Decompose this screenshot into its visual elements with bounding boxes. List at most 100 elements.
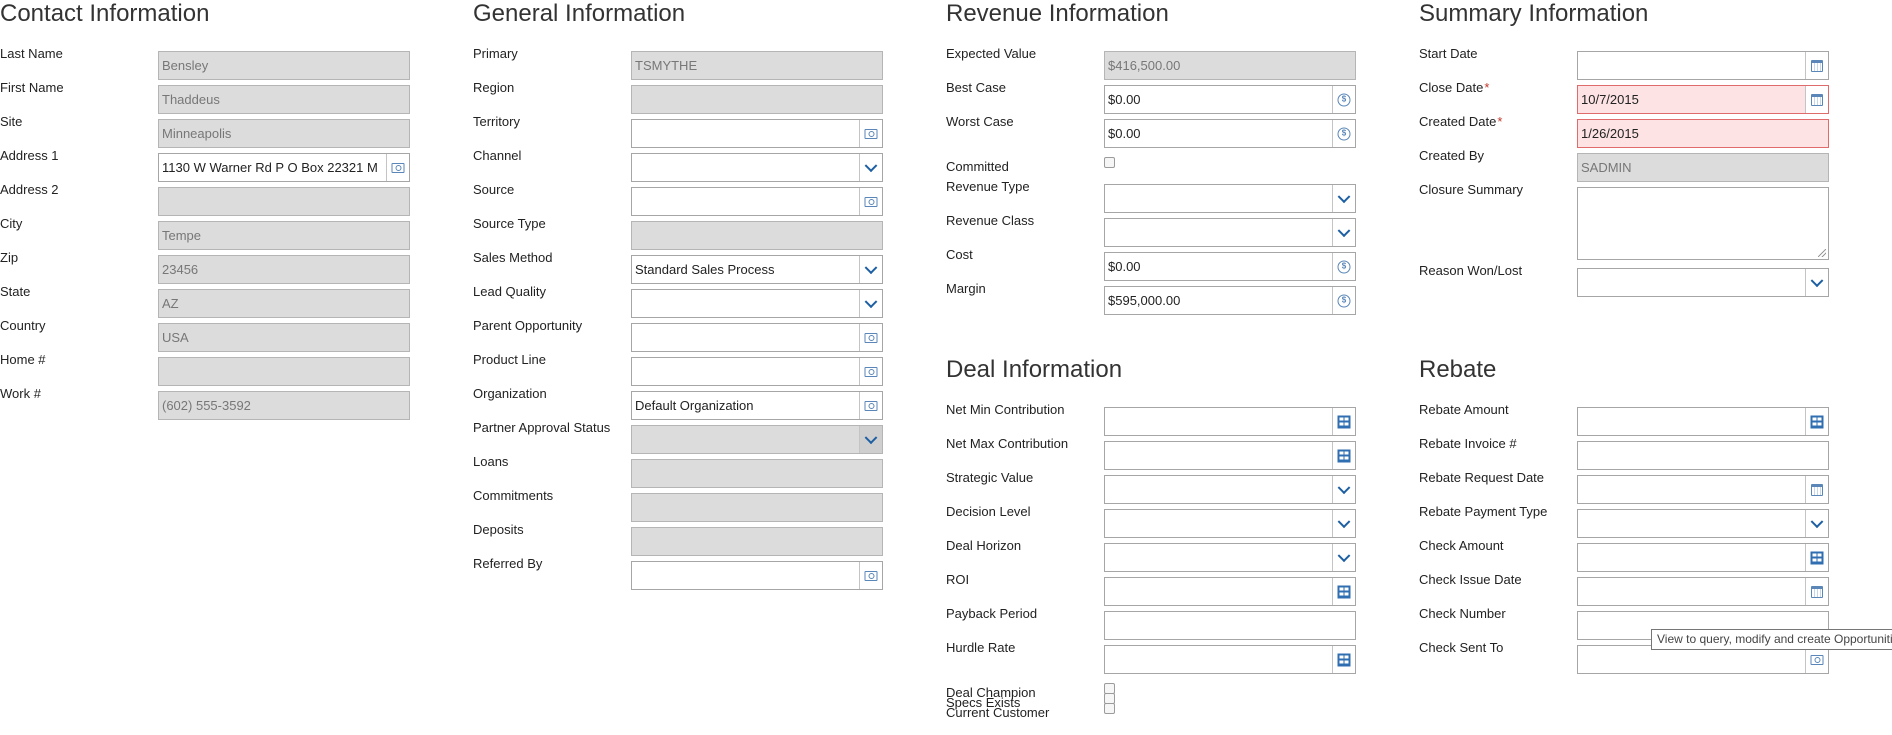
check-amount-calculator-button[interactable]	[1805, 544, 1828, 571]
cost-currency-button[interactable]: $	[1332, 253, 1355, 280]
close-date-field[interactable]: 10/7/2015	[1577, 85, 1829, 114]
rebate-amount-field[interactable]	[1577, 407, 1829, 436]
hurdle-rate-calculator-button[interactable]	[1332, 646, 1355, 673]
created-date-field[interactable]: 1/26/2015	[1577, 119, 1829, 148]
lead-quality-select[interactable]	[631, 289, 883, 318]
channel-dropdown-button[interactable]	[859, 154, 882, 181]
parent-opportunity-field[interactable]	[631, 323, 883, 352]
net-min-contribution-label: Net Min Contribution	[946, 402, 1065, 418]
calculator-icon	[1810, 551, 1824, 564]
net-min-contribution-field[interactable]	[1104, 407, 1356, 436]
best-case-field[interactable]: $0.00 $	[1104, 85, 1356, 114]
parent-opportunity-label: Parent Opportunity	[473, 318, 582, 334]
organization-picker-button[interactable]	[859, 392, 882, 419]
first-name-label-text: First Name	[0, 80, 64, 95]
roi-label: ROI	[946, 572, 969, 588]
deal-horizon-select[interactable]	[1104, 543, 1356, 572]
rebate-request-date-label: Rebate Request Date	[1419, 470, 1544, 486]
rebate-payment-type-dropdown-button[interactable]	[1805, 510, 1828, 537]
strategic-value-dropdown-button[interactable]	[1332, 476, 1355, 503]
lookup-icon	[864, 366, 878, 377]
site-field: Minneapolis	[158, 119, 410, 148]
committed-checkbox[interactable]	[1104, 157, 1115, 168]
expected-value-value: $416,500.00	[1108, 58, 1181, 73]
sales-method-label-text: Sales Method	[473, 250, 553, 265]
best-case-value: $0.00	[1108, 92, 1141, 107]
start-date-field[interactable]	[1577, 51, 1829, 80]
check-issue-date-field[interactable]	[1577, 577, 1829, 606]
parent-opportunity-picker-button[interactable]	[859, 324, 882, 351]
close-date-label: Close Date*	[1419, 80, 1489, 96]
reason-won-lost-dropdown-button[interactable]	[1805, 269, 1828, 296]
net-max-contribution-calculator-button[interactable]	[1332, 442, 1355, 469]
organization-field[interactable]: Default Organization	[631, 391, 883, 420]
rebate-invoice-field[interactable]	[1577, 441, 1829, 470]
check-amount-field[interactable]	[1577, 543, 1829, 572]
revenue-class-label: Revenue Class	[946, 213, 1034, 229]
revenue-type-dropdown-button[interactable]	[1332, 185, 1355, 212]
calendar-icon	[1811, 585, 1823, 598]
rebate-amount-label: Rebate Amount	[1419, 402, 1509, 418]
close-date-calendar-button[interactable]	[1805, 86, 1828, 113]
channel-label-text: Channel	[473, 148, 522, 163]
sales-method-select[interactable]: Standard Sales Process	[631, 255, 883, 284]
revenue-type-select[interactable]	[1104, 184, 1356, 213]
worst-case-field[interactable]: $0.00 $	[1104, 119, 1356, 148]
created-by-label: Created By	[1419, 148, 1484, 164]
revenue-class-select[interactable]	[1104, 218, 1356, 247]
worst-case-currency-button[interactable]: $	[1332, 120, 1355, 147]
check-number-label-text: Check Number	[1419, 606, 1506, 621]
roi-calculator-button[interactable]	[1332, 578, 1355, 605]
rebate-request-date-field[interactable]	[1577, 475, 1829, 504]
source-picker-button[interactable]	[859, 188, 882, 215]
address-1-value: 1130 W Warner Rd P O Box 22321 M S	[162, 160, 379, 175]
address-1-picker-button[interactable]	[386, 154, 409, 181]
chevron-down-icon	[864, 430, 878, 444]
current-customer-checkbox[interactable]	[1104, 703, 1115, 714]
closure-summary-field[interactable]	[1577, 187, 1829, 260]
rebate-request-date-calendar-button[interactable]	[1805, 476, 1828, 503]
work-value: (602) 555-3592	[162, 398, 251, 413]
territory-picker-button[interactable]	[859, 120, 882, 147]
lead-quality-dropdown-button[interactable]	[859, 290, 882, 317]
payback-period-field[interactable]	[1104, 611, 1356, 640]
partner-approval-status-dropdown-button[interactable]	[859, 426, 882, 453]
check-sent-to-label-text: Check Sent To	[1419, 640, 1504, 655]
first-name-value: Thaddeus	[162, 92, 220, 107]
cost-field[interactable]: $0.00 $	[1104, 252, 1356, 281]
territory-field[interactable]	[631, 119, 883, 148]
sales-method-dropdown-button[interactable]	[859, 256, 882, 283]
source-field[interactable]	[631, 187, 883, 216]
roi-field[interactable]	[1104, 577, 1356, 606]
country-value: USA	[162, 330, 189, 345]
channel-select[interactable]	[631, 153, 883, 182]
referred-by-picker-button[interactable]	[859, 562, 882, 589]
margin-field[interactable]: $595,000.00 $	[1104, 286, 1356, 315]
decision-level-select[interactable]	[1104, 509, 1356, 538]
strategic-value-select[interactable]	[1104, 475, 1356, 504]
chevron-down-icon	[864, 260, 878, 274]
calculator-icon	[1810, 415, 1824, 428]
address-1-field[interactable]: 1130 W Warner Rd P O Box 22321 M S	[158, 153, 410, 182]
decision-level-dropdown-button[interactable]	[1332, 510, 1355, 537]
referred-by-field[interactable]	[631, 561, 883, 590]
primary-value: TSMYTHE	[635, 58, 698, 73]
margin-currency-button[interactable]: $	[1332, 287, 1355, 314]
source-label-text: Source	[473, 182, 515, 197]
start-date-calendar-button[interactable]	[1805, 52, 1828, 79]
net-max-contribution-field[interactable]	[1104, 441, 1356, 470]
rebate-amount-calculator-button[interactable]	[1805, 408, 1828, 435]
check-sent-to-picker-button[interactable]	[1805, 646, 1828, 673]
hurdle-rate-field[interactable]	[1104, 645, 1356, 674]
revenue-class-dropdown-button[interactable]	[1332, 219, 1355, 246]
rebate-payment-type-select[interactable]	[1577, 509, 1829, 538]
check-issue-date-calendar-button[interactable]	[1805, 578, 1828, 605]
strategic-value-label: Strategic Value	[946, 470, 1033, 486]
deal-horizon-dropdown-button[interactable]	[1332, 544, 1355, 571]
resize-handle[interactable]	[1818, 249, 1826, 257]
best-case-currency-button[interactable]: $	[1332, 86, 1355, 113]
net-min-contribution-calculator-button[interactable]	[1332, 408, 1355, 435]
reason-won-lost-select[interactable]	[1577, 268, 1829, 297]
product-line-picker-button[interactable]	[859, 358, 882, 385]
product-line-field[interactable]	[631, 357, 883, 386]
